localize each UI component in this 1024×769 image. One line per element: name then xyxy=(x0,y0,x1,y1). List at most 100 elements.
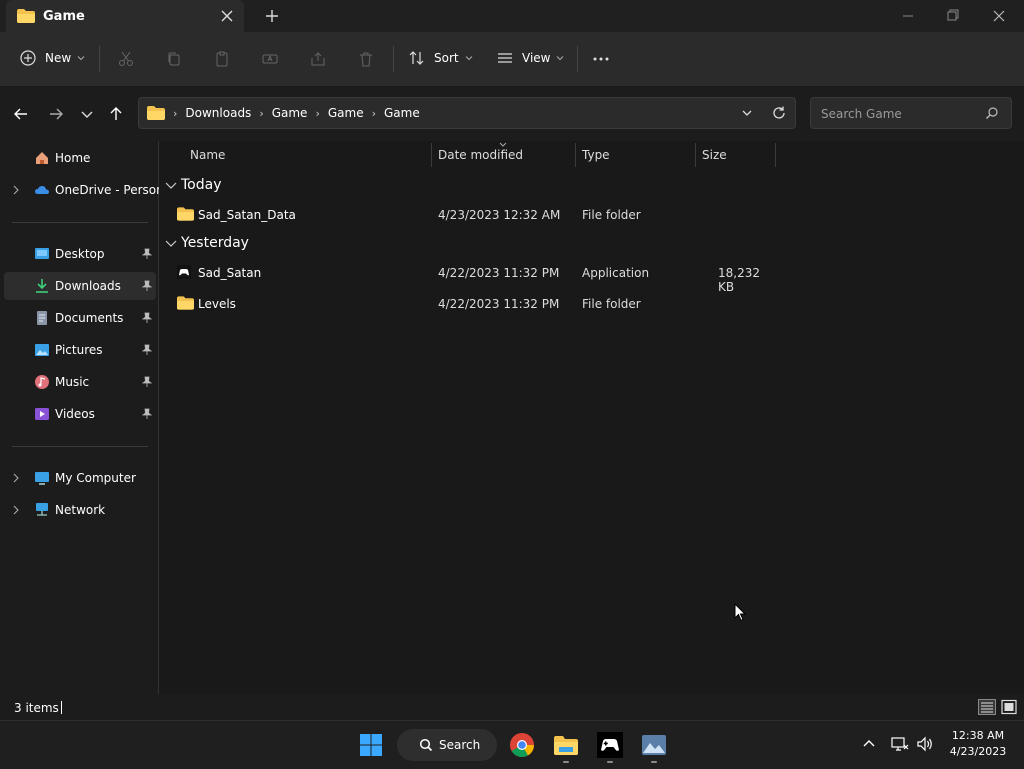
sidebar-divider xyxy=(12,222,148,223)
column-divider[interactable] xyxy=(695,143,696,167)
chevron-up-icon[interactable] xyxy=(860,735,878,753)
system-clock[interactable]: 12:38 AM 4/23/2023 xyxy=(946,728,1010,760)
search-box[interactable] xyxy=(810,97,1012,129)
sidebar-item-downloads[interactable]: Downloads xyxy=(4,272,156,300)
network-icon xyxy=(36,503,48,516)
column-divider[interactable] xyxy=(775,143,776,167)
search-input[interactable] xyxy=(819,104,973,124)
search-icon[interactable] xyxy=(985,106,999,120)
chevron-right-icon[interactable]: › xyxy=(372,107,376,120)
more-options-icon[interactable] xyxy=(592,50,610,68)
sidebar-item-pictures[interactable]: Pictures xyxy=(4,336,156,364)
breadcrumb-game-2[interactable]: Game xyxy=(328,106,364,120)
refresh-icon[interactable] xyxy=(771,105,787,121)
column-header-type[interactable]: Type xyxy=(582,148,610,162)
title-bar: Game xyxy=(0,0,1024,32)
table-row[interactable]: Sad_Satan_Data 4/23/2023 12:32 AM File f… xyxy=(159,201,779,229)
pin-icon[interactable] xyxy=(142,376,152,388)
view-button[interactable]: View xyxy=(496,50,564,66)
chevron-right-icon[interactable] xyxy=(12,505,20,515)
chevron-down-icon[interactable] xyxy=(165,238,177,248)
new-button[interactable]: New xyxy=(20,50,85,66)
sidebar-item-desktop[interactable]: Desktop xyxy=(4,240,156,268)
sort-button[interactable]: Sort xyxy=(408,50,473,66)
column-divider[interactable] xyxy=(575,143,576,167)
up-arrow-icon[interactable] xyxy=(107,105,125,123)
group-label: Today xyxy=(181,177,222,193)
chevron-right-icon[interactable] xyxy=(12,473,20,483)
chevron-down-icon[interactable] xyxy=(165,180,177,190)
chevron-down-icon[interactable] xyxy=(739,105,755,121)
toolbar-divider xyxy=(99,46,100,72)
volume-icon[interactable] xyxy=(916,735,934,753)
sidebar-item-videos[interactable]: Videos xyxy=(4,400,156,428)
sidebar-item-music[interactable]: Music xyxy=(4,368,156,396)
forward-arrow-icon[interactable] xyxy=(47,105,65,123)
desktop-icon xyxy=(35,248,49,259)
sidebar-item-onedrive[interactable]: OneDrive - Persona xyxy=(4,176,159,204)
share-icon[interactable] xyxy=(309,50,327,68)
minimize-icon[interactable] xyxy=(898,6,918,26)
pictures-icon xyxy=(35,344,49,356)
sidebar-item-home[interactable]: Home xyxy=(4,144,156,172)
plus-circle-icon xyxy=(20,50,36,66)
paste-icon[interactable] xyxy=(213,50,231,68)
sidebar-item-label: My Computer xyxy=(55,471,136,485)
column-header-date[interactable]: Date modified xyxy=(438,148,523,162)
breadcrumb-game-1[interactable]: Game xyxy=(272,106,308,120)
copy-icon[interactable] xyxy=(165,50,183,68)
folder-icon xyxy=(177,207,194,221)
file-name[interactable]: Levels xyxy=(198,297,236,311)
window-close-icon[interactable] xyxy=(989,6,1009,26)
cut-icon[interactable] xyxy=(117,50,135,68)
sidebar-item-label: OneDrive - Persona xyxy=(55,183,159,197)
sidebar-item-network[interactable]: Network xyxy=(4,496,156,524)
pin-icon[interactable] xyxy=(142,408,152,420)
back-arrow-icon[interactable] xyxy=(12,105,30,123)
group-header-yesterday[interactable]: Yesterday xyxy=(165,235,249,251)
column-header-size[interactable]: Size xyxy=(702,148,727,162)
chevron-right-icon[interactable] xyxy=(12,185,20,195)
file-name[interactable]: Sad_Satan_Data xyxy=(198,208,296,222)
new-label: New xyxy=(45,51,72,65)
tab-game[interactable]: Game xyxy=(6,0,244,32)
table-row[interactable]: Levels 4/22/2023 11:32 PM File folder xyxy=(159,290,779,318)
breadcrumb-downloads[interactable]: Downloads xyxy=(185,106,251,120)
sort-icon xyxy=(409,51,424,65)
file-name[interactable]: Sad_Satan xyxy=(198,266,261,280)
close-icon[interactable] xyxy=(219,8,235,24)
chevron-right-icon[interactable]: › xyxy=(173,107,177,120)
restore-icon[interactable] xyxy=(943,6,963,26)
delete-icon[interactable] xyxy=(357,50,375,68)
breadcrumb-game-3[interactable]: Game xyxy=(384,106,420,120)
group-header-today[interactable]: Today xyxy=(165,177,222,193)
taskbar-search-button[interactable]: Search xyxy=(397,729,497,761)
plus-icon[interactable] xyxy=(264,8,280,24)
large-icons-view-icon[interactable] xyxy=(1000,699,1018,715)
view-list-icon xyxy=(498,53,512,63)
chevron-right-icon[interactable]: › xyxy=(259,107,263,120)
pin-icon[interactable] xyxy=(142,312,152,324)
photos-app-icon[interactable] xyxy=(640,731,668,759)
rename-icon[interactable] xyxy=(261,50,279,68)
chrome-icon[interactable] xyxy=(508,731,536,759)
address-bar[interactable]: › Downloads › Game › Game › Game xyxy=(138,97,796,129)
navigation-pane: Home OneDrive - Persona Desktop Download… xyxy=(0,141,159,694)
pin-icon[interactable] xyxy=(142,248,152,260)
game-app-icon[interactable] xyxy=(596,731,624,759)
details-view-icon[interactable] xyxy=(978,699,996,715)
sidebar-item-documents[interactable]: Documents xyxy=(4,304,156,332)
file-explorer-icon[interactable] xyxy=(552,731,580,759)
sidebar-item-my-computer[interactable]: My Computer xyxy=(4,464,156,492)
pin-icon[interactable] xyxy=(142,280,152,292)
pin-icon[interactable] xyxy=(142,344,152,356)
taskbar-search-label: Search xyxy=(439,738,481,752)
video-icon xyxy=(35,408,49,420)
chevron-right-icon[interactable]: › xyxy=(315,107,319,120)
column-divider[interactable] xyxy=(431,143,432,167)
windows-start-icon[interactable] xyxy=(357,731,385,759)
column-header-name[interactable]: Name xyxy=(190,148,225,162)
network-status-icon[interactable] xyxy=(891,735,909,753)
recent-locations-chevron-icon[interactable] xyxy=(78,105,96,123)
table-row[interactable]: Sad_Satan 4/22/2023 11:32 PM Application… xyxy=(159,259,779,294)
